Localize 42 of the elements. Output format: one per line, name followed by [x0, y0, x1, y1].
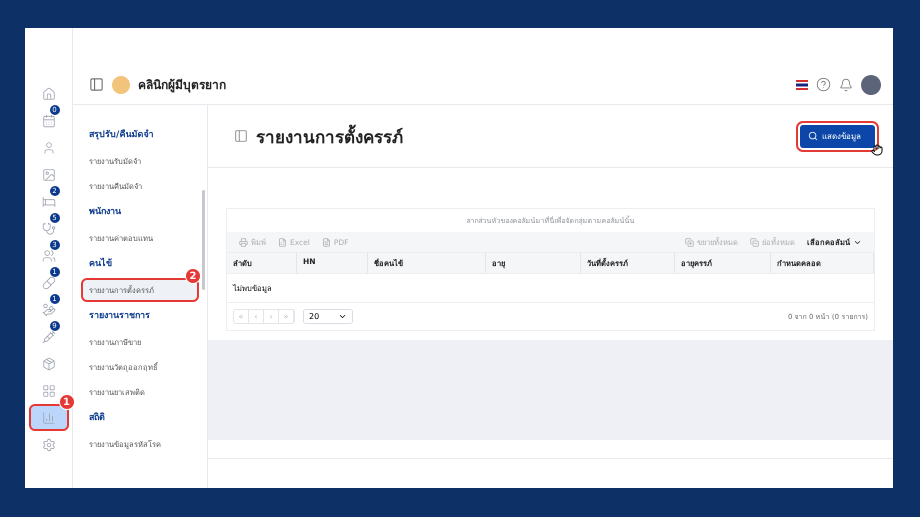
search-icon: [808, 131, 818, 141]
bell-icon[interactable]: [839, 78, 853, 92]
menu-section-title: สรุปรับ/คืนมัดจำ: [89, 128, 154, 141]
flag-icon[interactable]: [796, 80, 808, 90]
help-icon[interactable]: [816, 77, 831, 92]
step-marker: 2: [185, 268, 201, 284]
document-icon: [322, 238, 331, 246]
menu-section-title: สถิติ: [89, 411, 106, 424]
bed-icon: [42, 194, 56, 208]
page-size-select[interactable]: 20: [303, 309, 353, 324]
clinic-name: คลินิกผู้มีบุตรยาก: [138, 77, 227, 94]
sidebar-icon-button[interactable]: [30, 406, 66, 429]
avatar[interactable]: [861, 74, 881, 94]
grid-icon: [42, 384, 56, 398]
package-icon: [42, 356, 56, 370]
settings-icon: [42, 438, 56, 452]
hand-icon: [42, 302, 56, 316]
panel-icon: [234, 129, 248, 143]
plus-copy-icon: [685, 238, 694, 246]
clinic-logo-icon: [112, 76, 130, 94]
pill-icon: [42, 276, 56, 290]
home-icon: [42, 86, 56, 100]
printer-icon: [239, 238, 248, 246]
show-data-button[interactable]: แสดงข้อมูล: [800, 124, 875, 148]
caret-icon: [338, 312, 347, 321]
user-icon: [42, 140, 56, 154]
stethoscope-icon: [42, 222, 56, 236]
spreadsheet-icon: [278, 238, 287, 246]
users-icon: [42, 248, 56, 262]
menu-section-title: พนักงาน: [89, 206, 122, 218]
page-title: รายงานการตั้งครรภ์: [256, 122, 792, 150]
panel-toggle-icon[interactable]: [89, 77, 104, 92]
syringe-icon: [42, 330, 56, 344]
minus-copy-icon: [750, 238, 759, 246]
calendar-icon: [42, 114, 56, 128]
pointer-hand-icon: [871, 144, 883, 156]
menu-section-title: รายงานราชการ: [89, 310, 151, 322]
chart-icon: [42, 410, 56, 424]
scrollbar[interactable]: [202, 190, 205, 290]
menu-section-title: คนไข้: [89, 256, 113, 270]
step-marker: 1: [58, 394, 74, 410]
image-icon: [42, 168, 56, 182]
